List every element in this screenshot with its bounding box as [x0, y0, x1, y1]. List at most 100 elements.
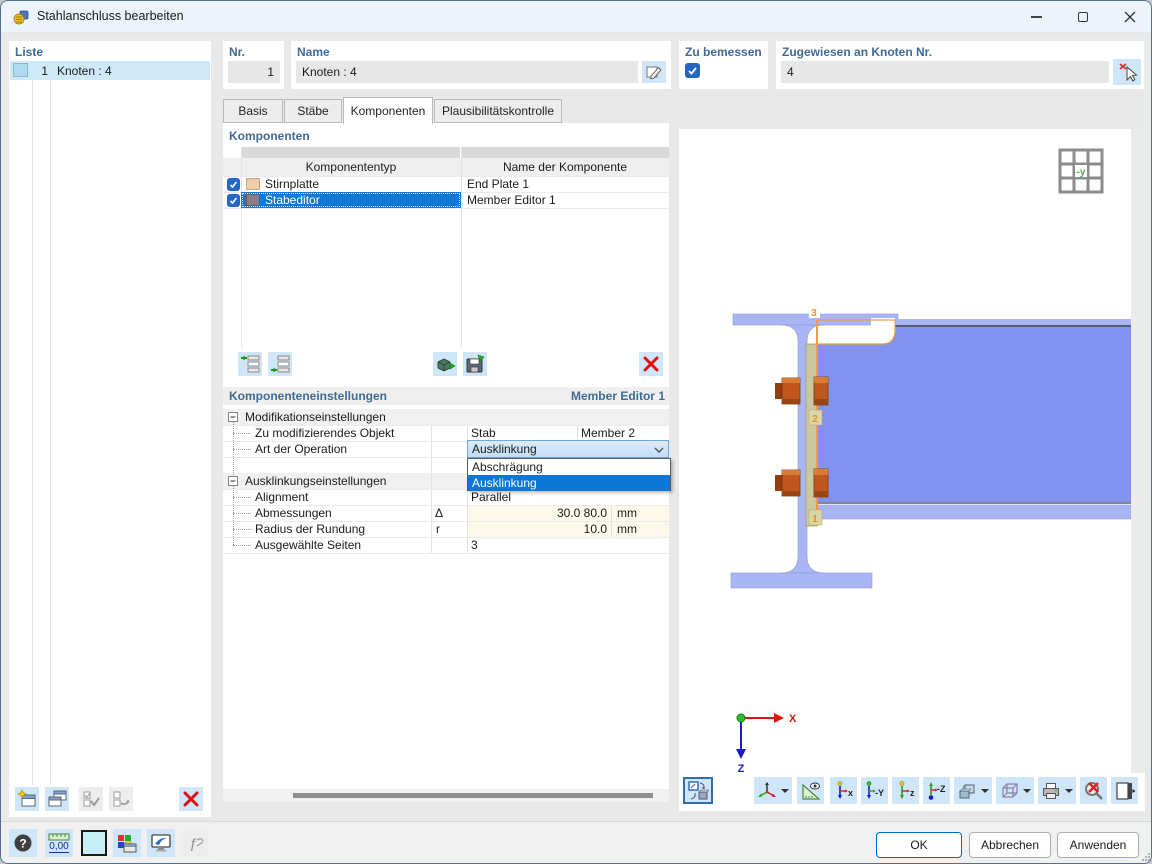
collapse-toggle-icon[interactable]: [228, 476, 238, 486]
components-section-title: Komponenten: [229, 129, 310, 143]
beam-bottom-flange: [817, 504, 1131, 520]
tab-basis[interactable]: Basis: [223, 99, 283, 123]
beam-top-flange: [895, 319, 1131, 326]
function-icon: ƒ: [189, 835, 204, 851]
setting-value[interactable]: Stab: [471, 426, 496, 440]
zugewiesen-field[interactable]: 4: [781, 61, 1109, 83]
nr-field: 1: [228, 61, 280, 83]
list-item-label: Knoten : 4: [57, 64, 112, 78]
axis-x-label: X: [789, 713, 797, 725]
swap-view-icon: [688, 780, 709, 799]
svg-text:ƒ: ƒ: [189, 835, 197, 851]
ruler-eye-icon: [801, 782, 821, 800]
setting-unit: mm: [617, 506, 637, 520]
setting-label: Abmessungen: [255, 506, 332, 520]
tab-plausibilitaetskontrolle[interactable]: Plausibilitätskontrolle: [434, 99, 562, 123]
view-x-button[interactable]: x: [830, 777, 857, 804]
setting-value[interactable]: Member 2: [581, 426, 635, 440]
decimal-places-button[interactable]: 0,00: [45, 829, 73, 857]
insert-component-button[interactable]: [238, 352, 262, 376]
zu-bemessen-panel: Zu bemessen: [679, 41, 768, 89]
ruler-icon: [48, 833, 70, 841]
setting-unit: mm: [617, 522, 637, 536]
view-minus-z-button[interactable]: -Z: [923, 777, 950, 804]
close-icon: [1124, 11, 1135, 23]
dropdown-caret-icon: [981, 788, 989, 793]
zoom-reset-button[interactable]: [1080, 777, 1107, 804]
setting-value[interactable]: 3: [471, 538, 478, 552]
view-x-label: x: [848, 788, 853, 798]
insert-row-below-icon: [271, 355, 290, 373]
view-mode-toggle-button[interactable]: [683, 777, 713, 804]
setting-value[interactable]: 30.0 80.0: [467, 506, 607, 520]
import-block-icon: [437, 358, 456, 372]
collapse-toggle-icon[interactable]: [228, 412, 238, 422]
save-component-button[interactable]: [463, 352, 487, 376]
axis-z-label: Z: [738, 763, 745, 773]
dropdown-option[interactable]: Abschrägung: [468, 459, 670, 475]
cancel-button[interactable]: Abbrechen: [969, 832, 1051, 858]
close-button[interactable]: [1106, 1, 1151, 33]
display-properties-button[interactable]: [113, 829, 141, 857]
delete-component-button[interactable]: [639, 352, 663, 376]
solid-model-icon: [959, 783, 975, 798]
help-icon: ?: [14, 834, 32, 852]
list-item[interactable]: 1 Knoten : 4: [10, 61, 210, 80]
model-viewport[interactable]: 3 2 1 X Z -y: [679, 129, 1131, 773]
import-component-button[interactable]: [433, 352, 457, 376]
component-name: Member Editor 1: [467, 193, 556, 207]
svg-text:?: ?: [19, 837, 26, 851]
print-button[interactable]: [1038, 777, 1076, 804]
ok-button[interactable]: OK: [876, 832, 962, 858]
wireframe-mode-button[interactable]: [996, 777, 1034, 804]
delete-item-button[interactable]: [179, 787, 203, 811]
cancel-zoom-icon: [1084, 781, 1103, 800]
scrollbar-thumb[interactable]: [293, 793, 653, 798]
minimize-button[interactable]: [1013, 1, 1059, 33]
apply-button[interactable]: Anwenden: [1057, 832, 1139, 858]
setting-value[interactable]: 10.0: [467, 522, 607, 536]
tab-komponenten[interactable]: Komponenten: [343, 97, 433, 124]
render-mode-button[interactable]: [954, 777, 992, 804]
edit-pencil-icon: [646, 66, 662, 80]
panel-toggle-button[interactable]: [1111, 777, 1138, 804]
background-color-swatch[interactable]: [81, 830, 107, 856]
component-row-endplate[interactable]: Stirnplatte End Plate 1: [223, 176, 669, 192]
setting-label: Alignment: [255, 490, 309, 504]
resize-grip[interactable]: [1141, 852, 1151, 862]
isometric-view-button[interactable]: [754, 777, 792, 804]
display-properties-icon: [118, 835, 137, 853]
title-bar: Stahlanschluss bearbeiten: [1, 1, 1151, 33]
view-minus-y-button[interactable]: -Y: [861, 777, 888, 804]
dropdown-option-selected[interactable]: Ausklinkung: [468, 475, 670, 491]
nr-panel: Nr. 1: [223, 41, 284, 89]
view-z-button[interactable]: z: [892, 777, 919, 804]
list-item-number: 1: [41, 64, 48, 78]
operation-combobox[interactable]: Ausklinkung: [467, 440, 669, 458]
select-all-button: [79, 787, 103, 811]
tab-staebe[interactable]: Stäbe: [284, 99, 342, 123]
copy-item-button[interactable]: [45, 787, 69, 811]
name-field[interactable]: Knoten : 4: [296, 61, 638, 83]
pick-node-button[interactable]: [1113, 59, 1141, 85]
component-checkbox[interactable]: [227, 178, 240, 191]
display-settings-button[interactable]: [147, 829, 175, 857]
side-label-1: 1: [812, 514, 818, 525]
column-header-name: Name der Komponente: [502, 160, 628, 174]
select-pointer-icon: [1119, 63, 1138, 82]
new-item-button[interactable]: [15, 787, 39, 811]
combobox-value: Ausklinkung: [472, 442, 537, 456]
rename-button[interactable]: [642, 61, 666, 83]
work-plane-view-button[interactable]: [797, 777, 824, 804]
view-minus-z-label: -Z: [937, 784, 946, 794]
help-button[interactable]: ?: [9, 829, 37, 857]
component-checkbox[interactable]: [227, 194, 240, 207]
component-row-membereditor[interactable]: Stabeditor Member Editor 1: [223, 192, 669, 208]
settings-scrollbar[interactable]: [223, 789, 669, 802]
setting-value[interactable]: Parallel: [471, 490, 511, 504]
component-swatch: [246, 194, 260, 206]
zu-bemessen-checkbox[interactable]: [685, 63, 700, 78]
reorder-component-button[interactable]: [268, 352, 292, 376]
maximize-button[interactable]: [1060, 1, 1106, 33]
side-panel-icon: [1115, 781, 1135, 800]
